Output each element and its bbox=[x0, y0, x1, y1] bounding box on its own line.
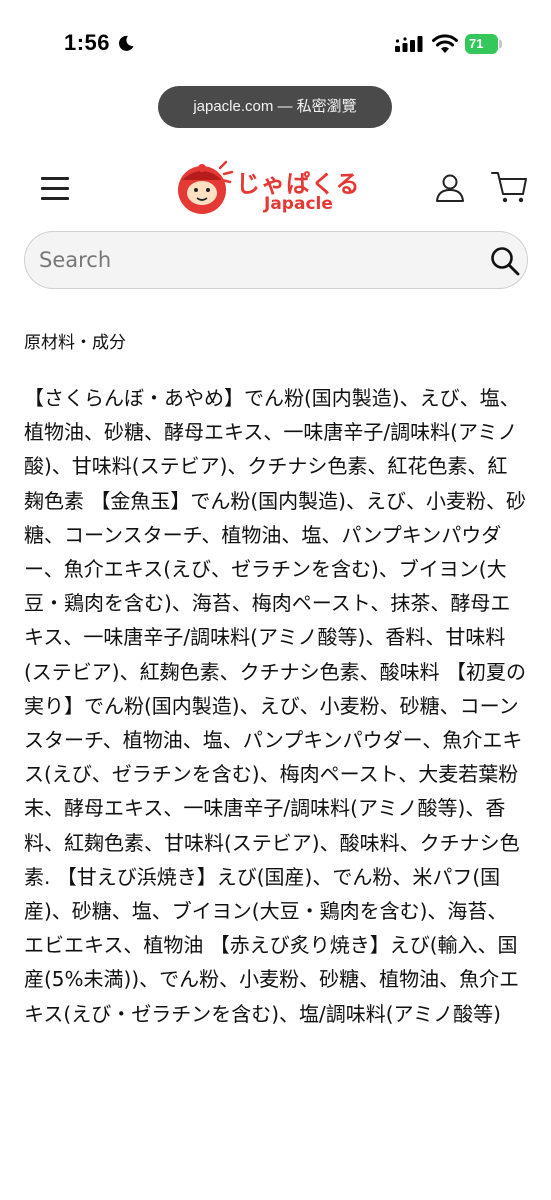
browser-url-bar[interactable]: japacle.com — 私密瀏覽 bbox=[158, 86, 392, 128]
battery-level: 71 bbox=[465, 34, 498, 54]
status-bar: 1:56 71 bbox=[0, 0, 551, 80]
search-bar bbox=[24, 231, 528, 289]
site-logo[interactable]: じゃぱくる Japacle bbox=[172, 158, 382, 218]
site-header: じゃぱくる Japacle bbox=[0, 150, 551, 226]
battery-cap bbox=[499, 40, 502, 48]
menu-icon-line bbox=[41, 187, 69, 190]
battery-icon: 71 bbox=[465, 34, 503, 54]
search-icon[interactable] bbox=[489, 245, 521, 277]
wifi-icon bbox=[432, 34, 458, 53]
status-time: 1:56 bbox=[64, 30, 111, 55]
moon-icon bbox=[118, 35, 134, 51]
menu-button[interactable] bbox=[38, 174, 72, 202]
signal-icon bbox=[395, 36, 423, 52]
menu-icon-line bbox=[41, 177, 69, 180]
mascot-logo-icon bbox=[178, 160, 234, 214]
account-icon[interactable] bbox=[434, 172, 466, 204]
ingredients-text: 【さくらんぼ・あやめ】でん粉(国内製造)、えび、塩、植物油、砂糖、酵母エキス、一… bbox=[24, 386, 526, 1026]
menu-icon-line bbox=[41, 197, 69, 200]
logo-text-english: Japacle bbox=[264, 194, 333, 214]
section-title: 原材料・成分 bbox=[24, 333, 126, 353]
search-input[interactable] bbox=[39, 240, 449, 280]
cart-icon[interactable] bbox=[490, 170, 528, 204]
